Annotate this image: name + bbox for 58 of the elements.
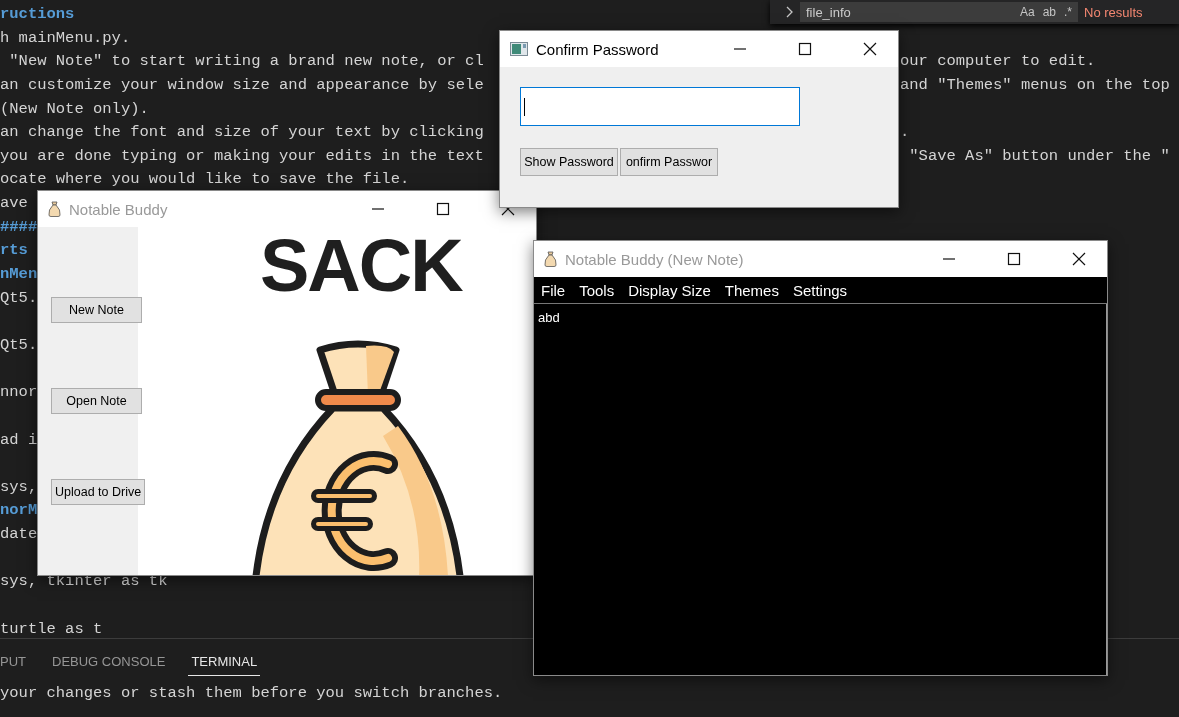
code-text: ad i xyxy=(0,430,38,449)
dialog-button[interactable]: Show Password xyxy=(520,148,618,176)
code-text: "Save As" button under the " xyxy=(908,146,1170,165)
password-field[interactable] xyxy=(520,87,800,126)
maximize-icon[interactable] xyxy=(1006,252,1021,266)
code-text: #### xyxy=(0,217,38,236)
code-text: nMen xyxy=(0,265,38,284)
code-text: rts xyxy=(0,241,28,260)
code-text: . xyxy=(900,123,910,142)
code-text: an customize your window size and appearance by sele xyxy=(0,75,484,94)
code-text: ructions xyxy=(0,5,75,23)
close-icon[interactable] xyxy=(862,42,877,56)
code-text: an change the font and size of your text by clicking xyxy=(0,123,484,142)
window-icon xyxy=(510,42,528,56)
panel-tab[interactable]: TERMINAL xyxy=(188,647,261,676)
panel-tab[interactable]: PUT xyxy=(0,647,29,676)
note-text: abd xyxy=(538,310,560,325)
code-text: Qt5. xyxy=(0,335,38,354)
find-field[interactable]: file_info Aa ab .* xyxy=(800,2,1078,22)
close-icon[interactable] xyxy=(1071,252,1086,266)
window-title: Notable Buddy (New Note) xyxy=(565,250,745,268)
code-text: our computer to edit. xyxy=(900,52,1096,71)
money-bag-icon xyxy=(48,201,61,217)
window-title: Confirm Password xyxy=(536,40,660,58)
terminal-text: your changes or stash them before you switch branches. xyxy=(0,684,504,702)
code-text: you are done typing or making your edits in the text xyxy=(0,146,484,165)
code-text: nnor xyxy=(0,383,38,402)
menu-button[interactable]: New Note xyxy=(51,297,142,323)
menu-button[interactable]: Upload to Drive xyxy=(51,479,146,505)
menu-item[interactable]: Settings xyxy=(785,281,855,299)
code-text: turtle as t xyxy=(0,619,103,638)
code-text: ocate where you would like to save the file. xyxy=(0,170,410,189)
code-text: norM xyxy=(0,501,38,520)
maximize-icon[interactable] xyxy=(435,202,450,216)
window-title: Notable Buddy xyxy=(69,200,169,218)
logo-text: SACK xyxy=(260,229,462,303)
menu-button[interactable]: Open Note xyxy=(51,388,142,414)
code-text: ave xyxy=(0,194,28,213)
code-text: and "Themes" menus on the top xyxy=(900,75,1170,94)
menu-item[interactable]: Themes xyxy=(717,281,786,299)
code-text: "New Note" to start writing a brand new note, or cl xyxy=(8,52,484,71)
panel-tab[interactable]: DEBUG CONSOLE xyxy=(49,647,169,676)
find-option[interactable]: ab xyxy=(1042,5,1056,19)
dialog-button[interactable]: onfirm Passwor xyxy=(620,148,718,176)
chevron-icon[interactable] xyxy=(784,6,794,18)
code-text: date xyxy=(0,525,38,544)
find-status: No results xyxy=(1084,4,1143,20)
code-text: Qt5. xyxy=(0,288,38,307)
menu-item[interactable]: Tools xyxy=(572,281,622,299)
find-option[interactable]: .* xyxy=(1064,5,1072,19)
code-text: h mainMenu.py. xyxy=(0,28,131,47)
code-text: (New Note only). xyxy=(0,99,149,118)
maximize-icon[interactable] xyxy=(797,42,812,56)
code-text: sys, xyxy=(0,477,38,496)
find-option[interactable]: Aa xyxy=(1019,5,1035,19)
money-bag-icon xyxy=(544,251,557,267)
menu-item[interactable]: File xyxy=(534,281,573,299)
menu-item[interactable]: Display Size xyxy=(621,281,718,299)
